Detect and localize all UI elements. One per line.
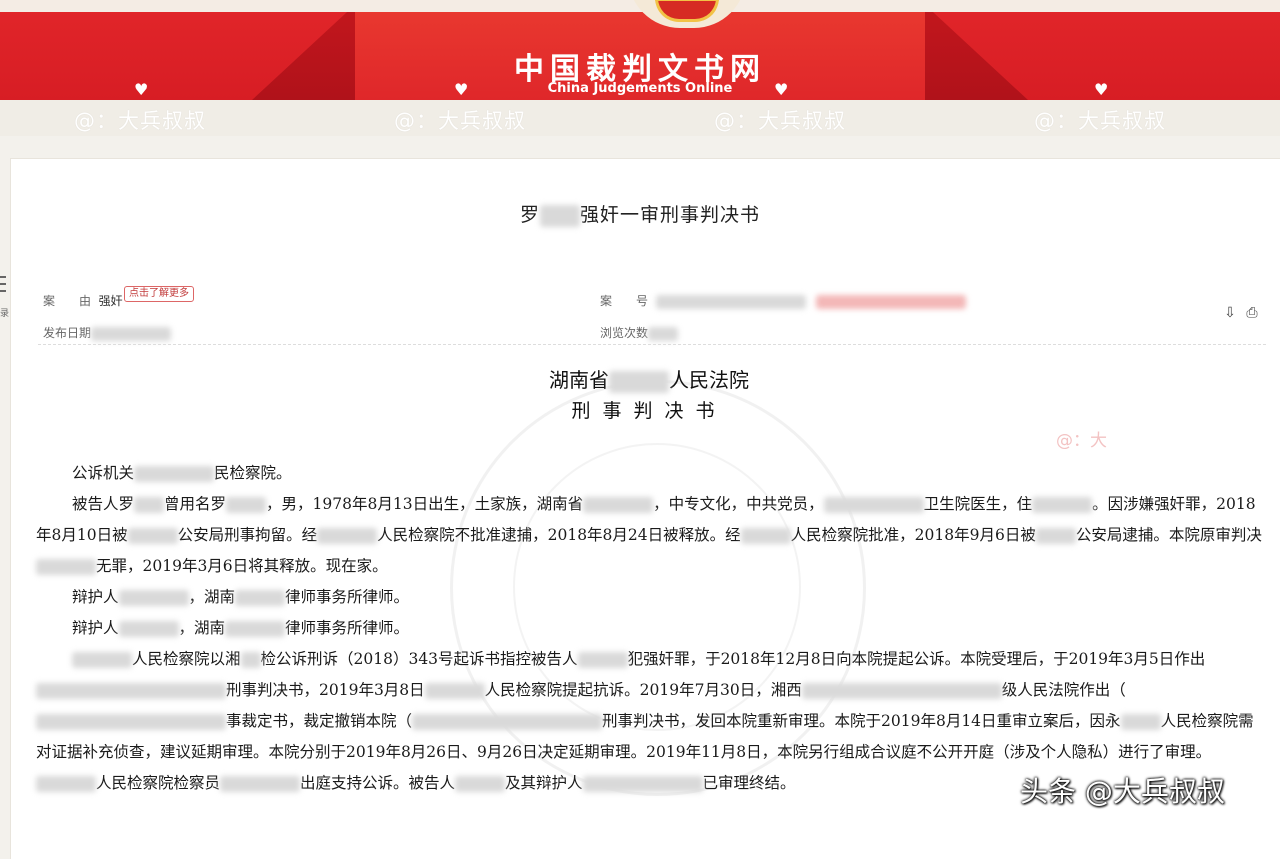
watermark-text: @：大兵叔叔 <box>714 109 846 133</box>
print-icon[interactable]: ⎙ <box>1244 305 1260 321</box>
watermark-text: @：大兵叔叔 <box>394 109 526 133</box>
site-name-en: China Judgements Online <box>547 81 733 96</box>
meta-publish-date: 发布日期 <box>43 324 172 341</box>
heart-icon: ♥ <box>134 80 149 99</box>
meta-case-number: 案 号 <box>600 292 966 309</box>
meta-divider <box>38 344 1266 345</box>
heart-icon: ♥ <box>454 80 469 99</box>
paragraph-defender-2: 辩护人 ，湖南 律师事务所律师。 <box>72 619 410 637</box>
paragraph-defendant: 被告人罗 曾用名罗 ，男，1978年8月13日出生，土家族，湖南省 ，中专文化，中共党… <box>36 495 1262 575</box>
heart-icon: ♥ <box>774 80 789 99</box>
meta-case-cause: 案 由 强奸 <box>43 294 123 308</box>
side-watermark: @：大 <box>1056 431 1107 451</box>
site-banner: 中国裁判文书网 China Judgements Online <box>0 0 1280 100</box>
corner-watermark: 头条 @大兵叔叔 <box>1020 775 1225 808</box>
side-menu-label: 录 <box>0 309 10 319</box>
watermark-text: @：大兵叔叔 <box>1034 109 1166 133</box>
download-icon[interactable]: ⇩ <box>1222 305 1238 321</box>
watermark-text: @：大兵叔叔 <box>74 109 206 133</box>
document-title: 罗强奸一审刑事判决书 <box>519 204 761 227</box>
meta-views: 浏览次数 <box>600 324 679 341</box>
paragraph-defender-1: 辩护人 ，湖南 律师事务所律师。 <box>72 588 410 606</box>
court-name: 湖南省 人民法院 <box>549 368 749 393</box>
document-type: 刑事判决书 <box>571 400 727 422</box>
document-body: 公诉机关 民检察院。 被告人罗 曾用名罗 ，男，1978年8月13日出生，土家族，湖南… <box>36 458 1266 799</box>
paragraph-prosecutor: 公诉机关 民检察院。 <box>72 464 292 482</box>
heart-icon: ♥ <box>1094 80 1109 99</box>
more-info-tag[interactable]: 点击了解更多 <box>124 286 194 302</box>
